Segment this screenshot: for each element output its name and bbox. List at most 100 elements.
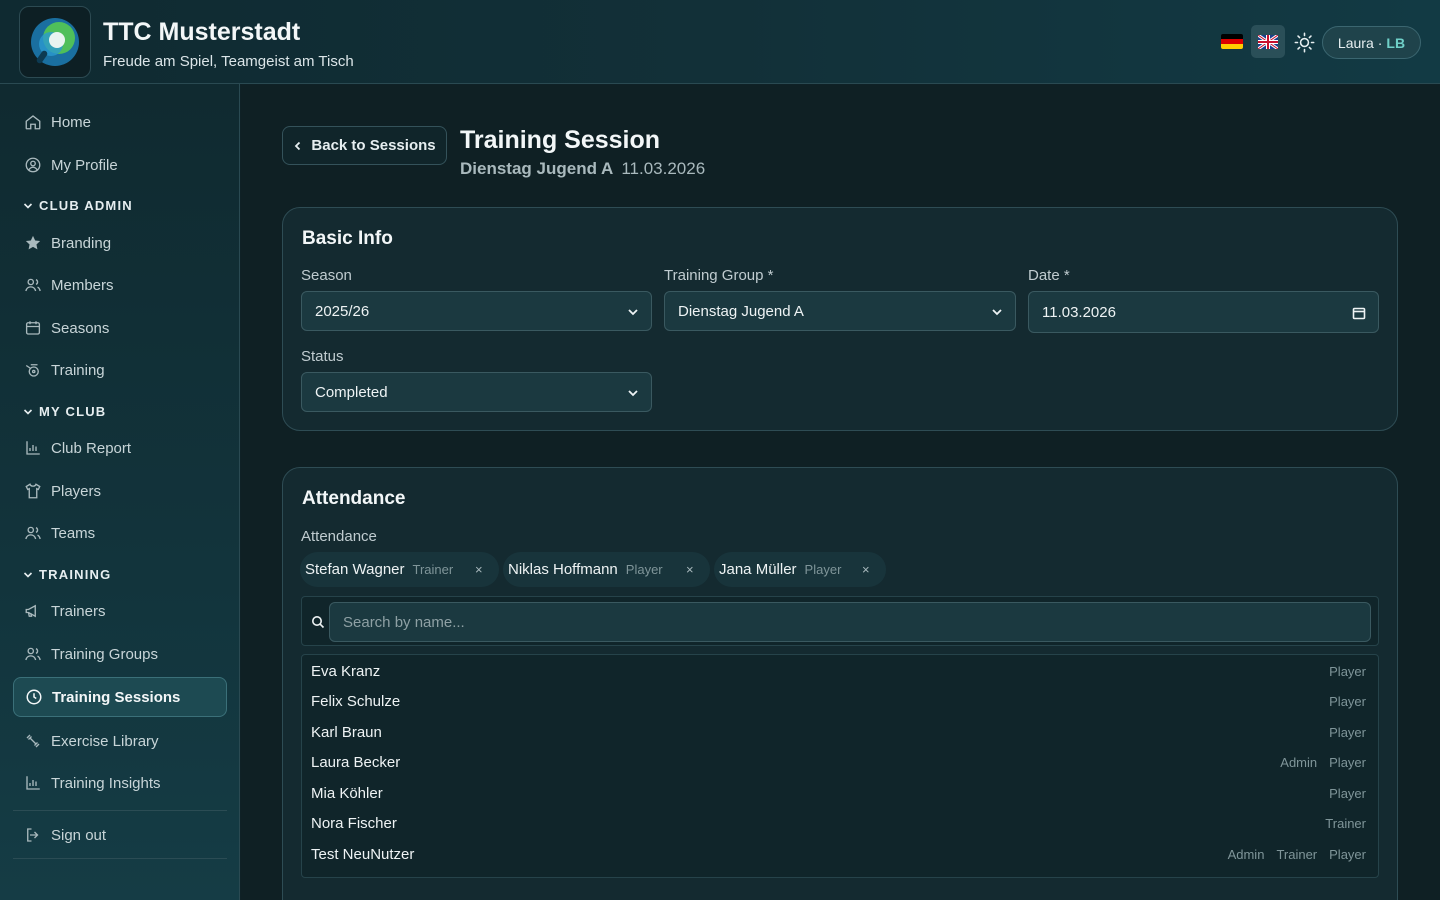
search-input[interactable] (329, 602, 1371, 642)
paddle-logo-icon (31, 18, 79, 66)
sidebar-item-label: Teams (51, 524, 96, 542)
training-group-select[interactable]: Dienstag Jugend A (664, 291, 1016, 331)
theme-toggle-sun-icon[interactable] (1294, 32, 1315, 53)
bar-chart-icon (26, 776, 40, 790)
user-menu-button[interactable]: Laura · LB (1322, 26, 1421, 59)
sidebar-item-label: Training Sessions (52, 688, 181, 706)
page-title: Training Session (460, 126, 661, 154)
attendance-label: Attendance (301, 528, 377, 545)
back-to-sessions-button[interactable]: Back to Sessions (282, 126, 447, 165)
sidebar-item-seasons[interactable]: Seasons (13, 308, 227, 348)
sidebar-item-home[interactable]: Home (13, 102, 227, 142)
sidebar-item-label: Members (51, 276, 114, 294)
calendar-icon[interactable] (1352, 306, 1366, 320)
club-name: TTC Musterstadt (103, 18, 301, 46)
attendee-name: Niklas Hoffmann (508, 561, 618, 578)
member-name: Nora Fischer (311, 814, 397, 832)
list-item[interactable]: Test NeuNutzer Admin Trainer Player (302, 839, 1378, 869)
status-value: Completed (315, 383, 388, 401)
card-title: Basic Info (302, 228, 393, 249)
training-group-value: Dienstag Jugend A (678, 302, 804, 320)
remove-attendee-icon[interactable]: × (862, 562, 870, 577)
chevron-down-icon (628, 390, 638, 397)
list-item[interactable]: Laura Becker Admin Player (302, 747, 1378, 777)
sidebar-item-trainers[interactable]: Trainers (13, 591, 227, 631)
sidebar-item-branding[interactable]: Branding (13, 223, 227, 263)
training-group-label: Training Group * (664, 267, 774, 284)
club-logo[interactable] (19, 6, 91, 78)
users-icon (25, 278, 41, 292)
status-select[interactable]: Completed (301, 372, 652, 412)
list-item[interactable]: Eva Kranz Player (302, 656, 1378, 686)
sidebar-item-club-report[interactable]: Club Report (13, 428, 227, 468)
list-item[interactable]: Mia Köhler Player (302, 778, 1378, 808)
chevron-left-icon (295, 141, 301, 150)
german-flag-icon[interactable] (1221, 34, 1243, 49)
sidebar-item-label: Training (51, 361, 105, 379)
sidebar-item-label: Players (51, 482, 102, 500)
season-value: 2025/26 (315, 302, 370, 320)
role-tag: Player (1329, 846, 1366, 862)
shirt-icon (25, 483, 41, 499)
sidebar-item-exercise-library[interactable]: Exercise Library (13, 721, 227, 761)
sidebar-item-training-groups[interactable]: Training Groups (13, 634, 227, 674)
sidebar-item-label: Training Groups (51, 645, 158, 663)
attendee-role: Player (804, 562, 842, 577)
sign-out-button[interactable]: Sign out (13, 815, 227, 855)
member-name: Test NeuNutzer (311, 845, 415, 863)
list-item[interactable]: Felix Schulze Player (302, 686, 1378, 716)
nav-section-training[interactable]: TRAINING (23, 567, 111, 582)
role-tag: Player (1329, 693, 1366, 709)
chevron-down-icon (628, 309, 638, 316)
sidebar-item-label: Club Report (51, 439, 132, 457)
chevron-down-icon (23, 571, 33, 578)
english-language-button[interactable] (1251, 25, 1285, 58)
attendee-chip: Stefan Wagner Trainer × (300, 552, 499, 587)
remove-attendee-icon[interactable]: × (686, 562, 694, 577)
sidebar-item-label: Branding (51, 234, 112, 252)
subtitle-group: Dienstag Jugend A (460, 159, 614, 178)
list-item[interactable]: Nora Fischer Trainer (302, 808, 1378, 838)
nav-section-my-club[interactable]: MY CLUB (23, 404, 106, 419)
calendar-icon (25, 321, 41, 335)
season-select[interactable]: 2025/26 (301, 291, 652, 331)
users-icon (25, 647, 41, 661)
subtitle-date: 11.03.2026 (621, 159, 706, 178)
sidebar-item-members[interactable]: Members (13, 265, 227, 305)
sidebar-item-training-insights[interactable]: Training Insights (13, 763, 227, 803)
chevron-down-icon (23, 408, 33, 415)
card-title: Attendance (302, 488, 406, 509)
home-icon (25, 115, 41, 130)
sidebar-item-label: Training Insights (51, 774, 161, 792)
member-name: Felix Schulze (311, 692, 401, 710)
date-input[interactable]: 11.03.2026 (1028, 291, 1379, 333)
nav-section-label: MY CLUB (39, 404, 107, 419)
sidebar-item-training-sessions[interactable]: Training Sessions (13, 677, 227, 717)
user-circle-icon (25, 157, 41, 173)
attendee-name: Stefan Wagner (305, 561, 405, 578)
sidebar-item-teams[interactable]: Teams (13, 513, 227, 553)
sidebar-item-players[interactable]: Players (13, 471, 227, 511)
sidebar-item-my-profile[interactable]: My Profile (13, 145, 227, 185)
attendee-search (301, 596, 1379, 646)
remove-attendee-icon[interactable]: × (475, 562, 483, 577)
sidebar-item-label: Exercise Library (51, 732, 159, 750)
user-name: Laura (1337, 34, 1374, 51)
member-name: Karl Braun (311, 723, 382, 741)
chevron-down-icon (992, 309, 1002, 316)
status-label: Status (301, 348, 344, 365)
date-label: Date * (1028, 267, 1070, 284)
attendee-role: Trainer (412, 562, 454, 577)
sidebar-divider (13, 810, 227, 811)
search-icon (312, 616, 325, 629)
sidebar-item-label: Home (51, 113, 92, 131)
sidebar-item-training[interactable]: Training (13, 350, 227, 390)
nav-section-club-admin[interactable]: CLUB ADMIN (23, 198, 133, 213)
club-tagline: Freude am Spiel, Teamgeist am Tisch (103, 53, 354, 70)
megaphone-icon (25, 604, 36, 618)
role-tag: Player (1329, 785, 1366, 801)
uk-flag-icon (1258, 34, 1278, 49)
list-item[interactable]: Karl Braun Player (302, 717, 1378, 747)
attendee-name: Jana Müller (719, 561, 797, 578)
sidebar-item-label: Sign out (51, 826, 107, 844)
